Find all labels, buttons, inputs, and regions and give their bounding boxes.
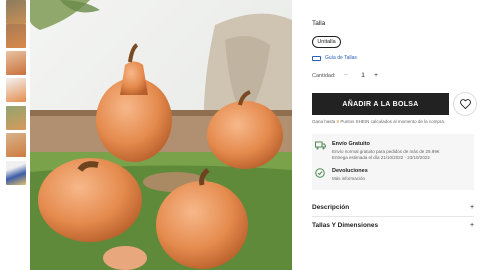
- points-note: Gana hasta 8 Puntos SHEIN calculados al …: [312, 119, 445, 124]
- thumbnail-7-image: [6, 161, 26, 185]
- thumbnail-6[interactable]: [6, 133, 26, 157]
- thumbnail-6-image: [6, 133, 26, 157]
- section-divider: [312, 216, 474, 217]
- sizes-dimensions-section-toggle[interactable]: Tallas Y Dimensiones: [312, 222, 378, 229]
- add-to-bag-button[interactable]: AÑADIR A LA BOLSA: [312, 93, 449, 115]
- quantity-label: Cantidad:: [312, 73, 336, 79]
- description-expand-icon[interactable]: +: [470, 204, 474, 211]
- quantity-value[interactable]: 1: [358, 72, 368, 79]
- quantity-decrease-button[interactable]: −: [341, 72, 351, 79]
- size-guide-link[interactable]: Guía de Tallas: [312, 55, 357, 61]
- points-value: 8: [336, 119, 340, 124]
- shipping-estimate-text: Entrega estimada el día 21/10/2022 - 23/…: [332, 155, 430, 160]
- thumbnail-3-image: [6, 51, 26, 75]
- return-check-icon: [315, 168, 325, 178]
- thumbnail-strip: [6, 0, 26, 270]
- description-section-toggle[interactable]: Descripción: [312, 204, 349, 211]
- heart-icon: [459, 99, 471, 109]
- sizes-dimensions-expand-icon[interactable]: +: [470, 222, 474, 229]
- points-suffix: Puntos SHEIN calculados al momento de la…: [340, 119, 446, 124]
- returns-more-info-link[interactable]: Más información: [332, 176, 365, 181]
- ruler-icon: [312, 55, 321, 61]
- thumbnail-4-image: [6, 78, 26, 102]
- thumbnail-1-image: [6, 0, 26, 24]
- thumbnail-5-image: [6, 106, 26, 130]
- thumbnail-3[interactable]: [6, 51, 26, 75]
- thumbnail-4[interactable]: [6, 78, 26, 102]
- returns-title: Devoluciones: [332, 168, 368, 174]
- main-product-image[interactable]: [30, 0, 292, 270]
- size-guide-label: Guía de Tallas: [325, 55, 357, 61]
- thumbnail-1[interactable]: [6, 0, 26, 24]
- thumbnail-5[interactable]: [6, 106, 26, 130]
- thumbnail-2-image: [6, 24, 26, 48]
- size-label: Talla: [312, 20, 326, 27]
- thumbnail-2[interactable]: [6, 24, 26, 48]
- pumpkin-photo: [30, 0, 292, 270]
- truck-icon: [315, 141, 326, 150]
- shipping-title: Envío Gratuito: [332, 141, 370, 147]
- product-page: Talla Unitalla Guía de Tallas Cantidad: …: [0, 0, 480, 270]
- points-prefix: Gana hasta: [312, 119, 336, 124]
- thumbnail-7[interactable]: [6, 161, 26, 185]
- wishlist-button[interactable]: [453, 92, 477, 116]
- size-option-unitalla[interactable]: Unitalla: [312, 36, 341, 48]
- quantity-increase-button[interactable]: +: [371, 72, 381, 79]
- shipping-threshold-text: Envío normal gratuito para pedidos de má…: [332, 149, 440, 154]
